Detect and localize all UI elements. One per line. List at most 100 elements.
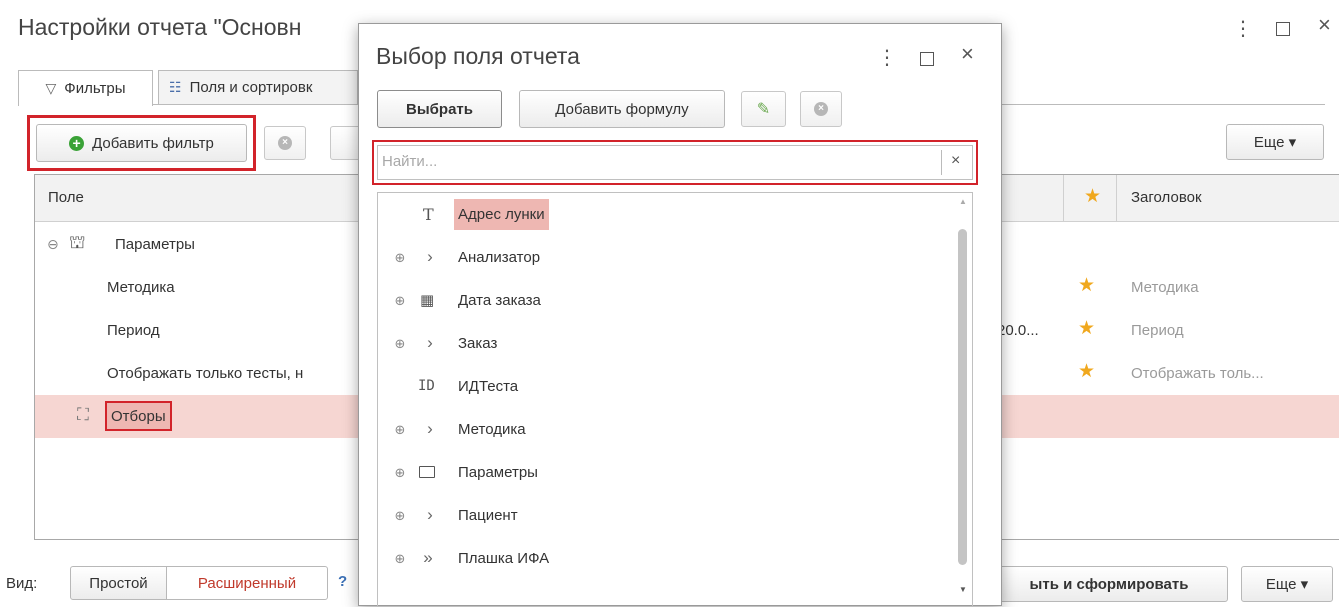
select-button-label: Выбрать (406, 100, 473, 118)
more-button-top-label: Еще ▾ (1253, 134, 1297, 151)
help-link[interactable]: ? (338, 573, 347, 590)
expand-icon[interactable]: ⊕ (392, 336, 408, 352)
star-icon[interactable]: ★ (1078, 317, 1095, 340)
dialog-title: Выбор поля отчета (376, 43, 580, 69)
dialog-more-vert-icon[interactable]: ⋮ (877, 45, 897, 70)
delete-filter-button[interactable]: × (264, 126, 306, 160)
view-advanced-label: Расширенный (197, 574, 297, 592)
collapse-icon[interactable]: ⊖ (47, 236, 59, 253)
item-label: Параметры (458, 464, 538, 481)
expand-icon[interactable]: ⊕ (392, 465, 408, 481)
more-vert-icon[interactable]: ⋮ (1233, 16, 1253, 41)
folder-icon (419, 466, 435, 478)
view-label: Вид: (6, 575, 38, 592)
item-label: Дата заказа (458, 292, 541, 309)
delete-button[interactable]: × (800, 91, 842, 127)
expand-icon[interactable]: ⊕ (392, 293, 408, 309)
more-button-bottom-label: Еще ▾ (1265, 576, 1309, 593)
item-label: Заказ (458, 335, 498, 352)
row-label: Методика (107, 279, 175, 296)
row-title: Период (1131, 322, 1184, 339)
window-title: Настройки отчета "Основн (18, 14, 302, 40)
search-placeholder: Найти... (382, 153, 438, 170)
calendar-icon: ▦ (420, 292, 435, 309)
list-item-parameters[interactable]: ⊕ Параметры (378, 451, 972, 494)
search-clear-icon[interactable]: × (951, 152, 960, 170)
row-title: Отображать толь... (1131, 365, 1264, 382)
filter-icon: ▽ (45, 80, 57, 96)
col-title-header: Заголовок (1131, 189, 1202, 206)
star-icon[interactable]: ★ (1078, 360, 1095, 383)
double-chevron-icon: » (423, 548, 433, 567)
list-item-elisa-plate[interactable]: ⊕ » Плашка ИФА (378, 537, 972, 580)
tab-fields-sort[interactable]: ☷ Поля и сортировк (158, 70, 358, 104)
expand-icon[interactable]: ⊕ (392, 551, 408, 567)
cancel-icon: × (814, 102, 828, 116)
row-label: Отборы (111, 407, 166, 425)
add-formula-button[interactable]: Добавить формулу (519, 90, 725, 128)
list-item-order-date[interactable]: ⊕ ▦ Дата заказа (378, 279, 972, 322)
view-switch-simple[interactable]: Простой (70, 566, 167, 600)
item-label: Анализатор (458, 249, 541, 266)
scrollbar[interactable]: ▲ ▼ (954, 193, 972, 606)
item-label: Адрес лунки (458, 206, 545, 223)
add-filter-button[interactable]: + Добавить фильтр (36, 124, 247, 162)
list-item-method[interactable]: ⊕ › Методика (378, 408, 972, 451)
item-label: Плашка ИФА (458, 550, 550, 567)
tab-fields-sort-label: Поля и сортировк (189, 79, 313, 96)
text-type-icon: T (423, 205, 434, 224)
row-label: Параметры (115, 236, 195, 253)
chevron-right-icon: › (427, 505, 433, 524)
list-item-analyzer[interactable]: ⊕ › Анализатор (378, 236, 972, 279)
row-label: Период (107, 322, 160, 339)
scrollbar-thumb[interactable] (958, 229, 967, 565)
select-button[interactable]: Выбрать (377, 90, 502, 128)
filters-group-icon: ⛶ (77, 405, 89, 424)
expand-icon[interactable]: ⊕ (392, 422, 408, 438)
pencil-icon: ✎ (756, 101, 771, 118)
view-simple-label: Простой (89, 574, 148, 592)
expand-icon[interactable]: ⊕ (392, 250, 408, 266)
dialog-maximize-icon[interactable] (920, 52, 934, 66)
col-sep-2 (1116, 175, 1117, 221)
params-icon: ⛫ (69, 232, 86, 252)
more-button-top[interactable]: Еще ▾ (1226, 124, 1324, 160)
more-button-bottom[interactable]: Еще ▾ (1241, 566, 1333, 602)
dialog-close-icon[interactable]: × (961, 41, 974, 67)
id-type-icon: ID (418, 378, 435, 394)
field-select-dialog: Выбор поля отчета ⋮ × Выбрать Добавить ф… (358, 23, 1002, 607)
item-label: ИДТеста (458, 378, 519, 395)
maximize-icon[interactable] (1276, 22, 1290, 36)
col-field-header: Поле (48, 189, 84, 206)
close-and-run-label: ыть и сформировать (1029, 575, 1189, 593)
tab-filters[interactable]: ▽ Фильтры (18, 70, 153, 106)
list-item-patient[interactable]: ⊕ › Пациент (378, 494, 972, 537)
col-sep-1 (1063, 175, 1064, 221)
search-divider (941, 150, 942, 175)
edit-button[interactable]: ✎ (741, 91, 786, 127)
close-and-run-button[interactable]: ыть и сформировать (990, 566, 1228, 602)
expand-icon[interactable]: ⊕ (392, 508, 408, 524)
scroll-up-icon[interactable]: ▲ (959, 197, 967, 206)
row-label: Отображать только тесты, н (107, 365, 304, 382)
field-list: T Адрес лунки ⊕ › Анализатор ⊕ ▦ Дата за… (377, 192, 973, 607)
list-item-well-address[interactable]: T Адрес лунки (378, 193, 972, 236)
chevron-right-icon: › (427, 247, 433, 266)
row-value: 20.0... (997, 322, 1039, 339)
chevron-right-icon: › (427, 419, 433, 438)
add-icon: + (69, 135, 85, 151)
item-label: Методика (458, 421, 526, 438)
scroll-down-icon[interactable]: ▼ (959, 585, 967, 594)
star-icon[interactable]: ★ (1078, 274, 1095, 297)
fields-sort-icon: ☷ (169, 79, 182, 95)
view-switch-advanced[interactable]: Расширенный (166, 566, 328, 600)
search-input[interactable]: Найти... × (377, 145, 973, 180)
star-icon: ★ (1084, 186, 1102, 207)
add-formula-label: Добавить формулу (555, 100, 689, 118)
list-item-test-id[interactable]: ID ИДТеста (378, 365, 972, 408)
close-icon[interactable]: × (1318, 12, 1331, 38)
list-item-order[interactable]: ⊕ › Заказ (378, 322, 972, 365)
tab-filters-label: Фильтры (64, 80, 126, 97)
add-filter-label: Добавить фильтр (92, 134, 214, 152)
row-title: Методика (1131, 279, 1199, 296)
